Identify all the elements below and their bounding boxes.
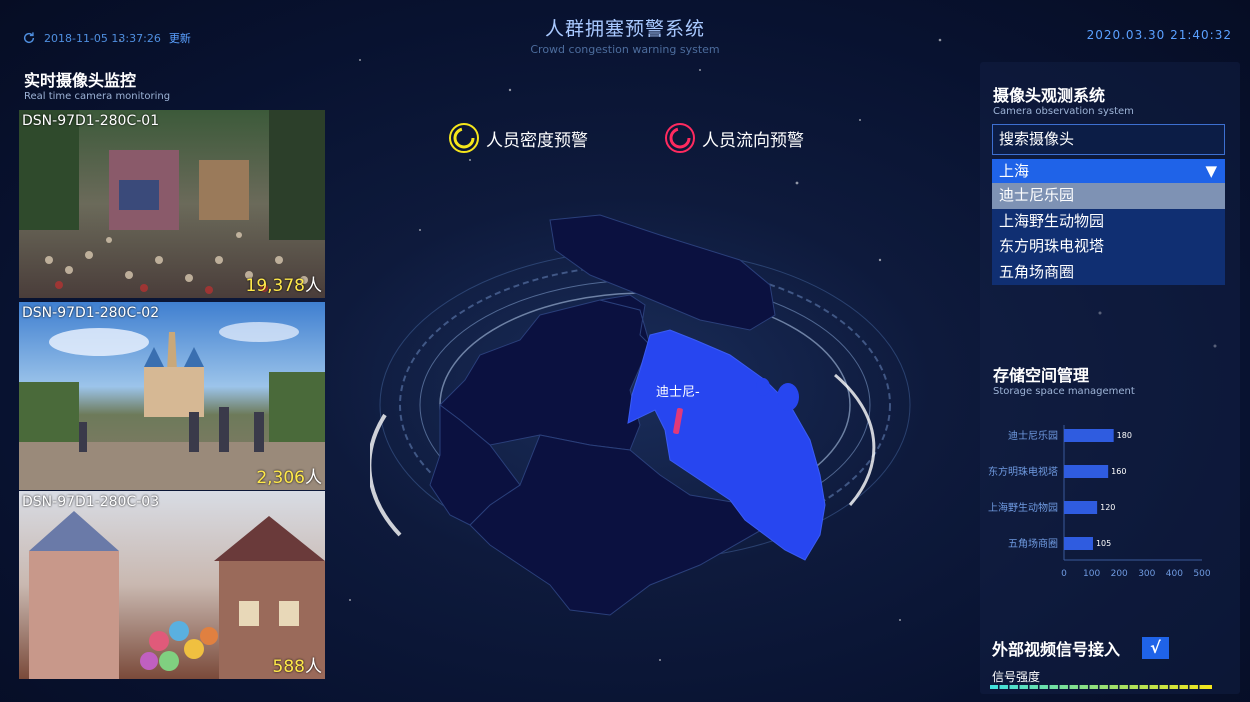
x-tick-label: 0: [1061, 569, 1067, 579]
camera-feed-1[interactable]: DSN-97D1-280C-01 19,378人: [19, 110, 325, 298]
camera-system-subtitle: Camera observation system: [993, 106, 1134, 117]
clock: 2020.03.30 21:40:32: [1086, 28, 1232, 42]
external-video-row: 外部视频信号接入 √: [992, 636, 1170, 660]
camera-system-title: 摄像头观测系统: [993, 86, 1106, 105]
bar: [1064, 429, 1114, 442]
x-tick-label: 200: [1111, 569, 1128, 579]
shanghai-map[interactable]: 迪士尼-: [370, 205, 930, 635]
x-tick-label: 500: [1193, 569, 1210, 579]
camera-feed-3[interactable]: DSN-97D1-280C-03 588人: [19, 491, 325, 679]
bar-value-label: 160: [1111, 467, 1126, 476]
alert-toggles: 人员密度预警 人员流向预警: [448, 122, 804, 154]
people-count: 588人: [273, 652, 322, 677]
city-select-value: 上海: [999, 162, 1030, 180]
city-dropdown[interactable]: 上海 ▼ 迪士尼乐园 上海野生动物园 东方明珠电视塔 五角场商圈: [992, 159, 1225, 285]
people-count: 19,378人: [246, 271, 322, 296]
bar: [1064, 465, 1109, 478]
camera-monitoring-header: 实时摄像头监控 Real time camera monitoring: [24, 67, 170, 102]
camera-feed-image: [19, 302, 325, 490]
dropdown-option[interactable]: 迪士尼乐园: [992, 183, 1225, 209]
storage-header: 存储空间管理 Storage space management: [993, 362, 1135, 397]
flow-alert-button[interactable]: 人员流向预警: [664, 122, 804, 154]
category-label: 五角场商圈: [1008, 537, 1058, 550]
people-count-unit: 人: [305, 468, 322, 488]
dropdown-option[interactable]: 上海野生动物园: [992, 208, 1225, 234]
x-tick-label: 400: [1166, 569, 1183, 579]
people-count: 2,306人: [256, 463, 322, 488]
camera-system-header: 摄像头观测系统 Camera observation system: [993, 82, 1134, 117]
dropdown-option[interactable]: 五角场商圈: [992, 259, 1225, 285]
bar: [1064, 537, 1093, 550]
people-count-value: 2,306: [256, 468, 305, 488]
right-panel: 摄像头观测系统 Camera observation system 搜索摄像头 …: [980, 62, 1240, 694]
dropdown-arrow-icon[interactable]: ▼: [1205, 159, 1217, 183]
page-title: 人群拥塞预警系统 Crowd congestion warning system: [0, 14, 1250, 56]
camera-id: DSN-97D1-280C-01: [22, 113, 160, 129]
storage-title: 存储空间管理: [993, 366, 1090, 385]
bar: [1064, 501, 1098, 514]
camera-search-input[interactable]: 搜索摄像头: [992, 124, 1225, 155]
bar-value-label: 180: [1117, 431, 1132, 440]
flow-alert-icon: [665, 123, 695, 153]
camera-id: DSN-97D1-280C-03: [22, 494, 160, 510]
external-video-checkbox[interactable]: √: [1142, 637, 1170, 659]
camera-feed-2[interactable]: DSN-97D1-280C-02 2,306人: [19, 302, 325, 490]
signal-strength-bar: [990, 685, 1212, 689]
people-count-value: 588: [272, 657, 305, 677]
title-cn: 人群拥塞预警系统: [544, 18, 705, 40]
external-video-label: 外部视频信号接入: [992, 640, 1121, 659]
people-count-value: 19,378: [245, 276, 305, 296]
density-alert-icon: [449, 123, 479, 153]
signal-strength-label: 信号强度: [992, 670, 1041, 684]
camera-monitoring-title: 实时摄像头监控: [24, 71, 137, 90]
people-count-unit: 人: [305, 276, 322, 296]
top-bar: 2018-11-05 13:37:26 更新 人群拥塞预警系统 Crowd co…: [0, 0, 1250, 60]
camera-feed-image: [19, 110, 325, 298]
title-en: Crowd congestion warning system: [530, 43, 720, 56]
x-tick-label: 100: [1083, 569, 1100, 579]
camera-monitoring-subtitle: Real time camera monitoring: [24, 91, 171, 102]
city-select[interactable]: 上海 ▼: [992, 159, 1225, 183]
category-label: 东方明珠电视塔: [988, 465, 1058, 478]
bar-value-label: 105: [1096, 539, 1111, 548]
density-alert-label: 人员密度预警: [486, 130, 588, 151]
density-alert-button[interactable]: 人员密度预警: [448, 122, 588, 154]
category-label: 迪士尼乐园: [1008, 429, 1058, 442]
camera-id: DSN-97D1-280C-02: [22, 305, 160, 321]
storage-subtitle: Storage space management: [993, 386, 1135, 397]
storage-bar-chart: 迪士尼乐园 180 东方明珠电视塔 160 上海野生动物园 120 五角场商圈 105 0 100…: [988, 425, 1211, 579]
flow-alert-label: 人员流向预警: [702, 130, 804, 151]
people-count-unit: 人: [305, 657, 322, 677]
category-label: 上海野生动物园: [988, 501, 1058, 514]
camera-feed-image: [19, 491, 325, 679]
map-marker-label: 迪士尼-: [656, 385, 700, 400]
dropdown-option[interactable]: 东方明珠电视塔: [992, 234, 1225, 260]
bar-value-label: 120: [1100, 503, 1115, 512]
x-tick-label: 300: [1138, 569, 1155, 579]
